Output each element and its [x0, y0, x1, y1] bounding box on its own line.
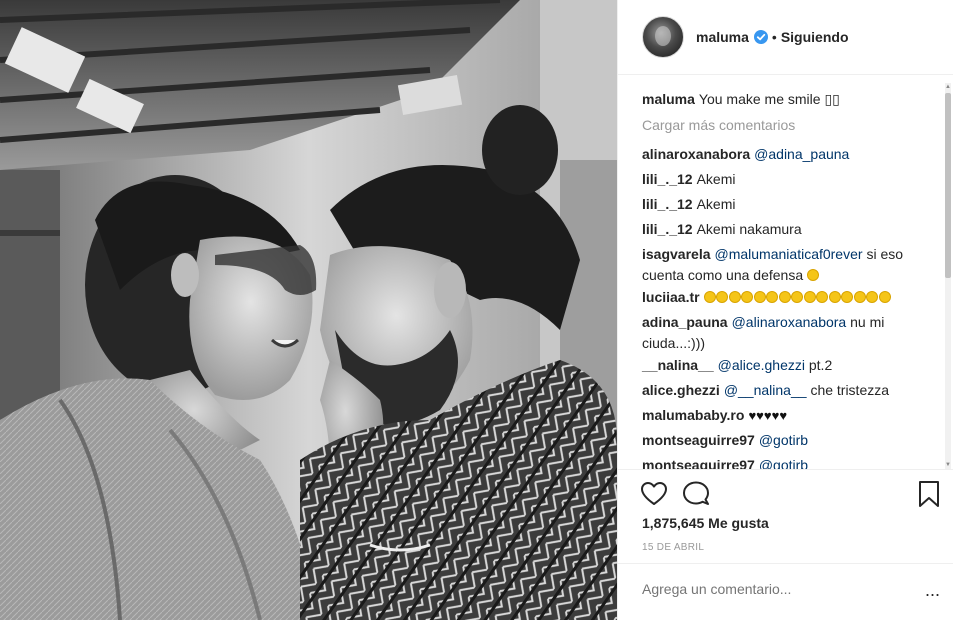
comment-item: lili_._12 Akemi	[642, 194, 932, 215]
comments-list[interactable]: maluma You make me smile ▯▯ Cargar más co…	[618, 83, 953, 469]
grinning-face-icon	[766, 291, 779, 303]
grinning-face-icon	[741, 291, 754, 303]
comment-text: ♥♥♥♥♥	[748, 408, 788, 423]
grinning-face-icon	[791, 291, 804, 303]
comment-item: lili_._12 Akemi	[642, 169, 932, 190]
comment-mention[interactable]: @malumaniaticaf0rever	[715, 246, 863, 262]
grinning-face-icon	[841, 291, 854, 303]
likes-count[interactable]: 1,875,645 Me gusta	[642, 515, 769, 531]
scroll-up-arrow-icon[interactable]: ▲	[945, 83, 951, 91]
comment-text: Akemi nakamura	[696, 221, 802, 237]
comment-username[interactable]: montseaguirre97	[642, 457, 755, 469]
grinning-face-icon	[703, 291, 716, 303]
comment-mention[interactable]: @alinaroxanabora	[732, 314, 847, 330]
grinning-face-icon	[803, 291, 816, 303]
header-separator: •	[771, 29, 777, 45]
load-more-comments-button[interactable]: Cargar más comentarios	[642, 117, 795, 133]
comment-item: alinaroxanabora @adina_pauna	[642, 144, 932, 165]
grinning-face-icon	[866, 291, 879, 303]
emoji-row	[703, 289, 892, 305]
comment-username[interactable]: adina_pauna	[642, 314, 728, 330]
post-header: maluma • Siguiendo	[618, 0, 953, 75]
grinning-face-icon	[878, 291, 891, 303]
comment-text: che tristezza	[810, 382, 890, 398]
comment-text: pt.2	[808, 357, 833, 373]
comment-username[interactable]: isagvarela	[642, 246, 711, 262]
grinning-face-icon	[753, 291, 766, 303]
post-actions: 1,875,645 Me gusta 15 DE ABRIL	[618, 469, 953, 569]
comment-item: malumababy.ro ♥♥♥♥♥	[642, 405, 932, 426]
comment-item: lili_._12 Akemi nakamura	[642, 219, 932, 240]
comment-text-continued: cuenta como una defensa	[642, 267, 804, 283]
comment-item: alice.ghezzi @__nalina__ che tristezza	[642, 380, 932, 401]
instagram-post-modal: maluma • Siguiendo maluma You make me smi…	[0, 0, 953, 620]
grinning-face-icon	[728, 291, 741, 303]
caption-username[interactable]: maluma	[642, 91, 695, 107]
post-photo[interactable]	[0, 0, 617, 620]
scroll-down-arrow-icon[interactable]: ▼	[945, 461, 951, 469]
comment-item: montseaguirre97 @gotirb	[642, 430, 932, 451]
comment-mention[interactable]: @gotirb	[759, 432, 808, 448]
comment-item: adina_pauna @alinaroxanabora nu mi ciuda.…	[642, 312, 932, 354]
comment-item: isagvarela @malumaniaticaf0rever si eso c…	[642, 244, 932, 286]
post-sidebar: maluma • Siguiendo maluma You make me smi…	[617, 0, 953, 620]
speech-bubble-icon[interactable]	[682, 480, 710, 508]
avatar[interactable]	[642, 16, 684, 58]
comment-mention[interactable]: @__nalina__	[724, 382, 807, 398]
comment-username[interactable]: __nalina__	[642, 357, 714, 373]
post-date[interactable]: 15 DE ABRIL	[642, 542, 704, 553]
comment-text: nu mi	[850, 314, 885, 330]
comment-username[interactable]: montseaguirre97	[642, 432, 755, 448]
bookmark-icon[interactable]	[915, 480, 943, 508]
comment-text-continued: ciuda...:)))	[642, 335, 706, 351]
grinning-face-icon	[778, 291, 791, 303]
post-photo-artwork	[0, 0, 617, 620]
more-options-icon[interactable]: ...	[925, 581, 940, 599]
add-comment-bar: ...	[618, 563, 953, 620]
comment-username[interactable]: malumababy.ro	[642, 407, 744, 423]
comment-item: luciiaa.tr	[642, 287, 932, 308]
comment-text: Akemi	[696, 196, 736, 212]
following-button[interactable]: Siguiendo	[781, 29, 849, 45]
scroll-thumb[interactable]	[945, 93, 951, 278]
comment-mention[interactable]: @gotirb	[759, 457, 808, 469]
grinning-face-icon	[816, 291, 829, 303]
header-username[interactable]: maluma	[696, 29, 749, 45]
comments-scrollbar[interactable]: ▲ ▼	[945, 83, 951, 469]
comment-username[interactable]: lili_._12	[642, 196, 693, 212]
caption: maluma You make me smile ▯▯	[642, 89, 932, 110]
comment-username[interactable]: alice.ghezzi	[642, 382, 720, 398]
comment-username[interactable]: luciiaa.tr	[642, 289, 700, 305]
grinning-face-icon	[807, 269, 820, 281]
comment-mention[interactable]: @alice.ghezzi	[718, 357, 805, 373]
heart-outline-icon[interactable]	[640, 480, 668, 508]
comment-username[interactable]: alinaroxanabora	[642, 146, 750, 162]
comment-item: montseaguirre97 @gotirb	[642, 455, 932, 469]
grinning-face-icon	[716, 291, 729, 303]
grinning-face-icon	[828, 291, 841, 303]
caption-text: You make me smile ▯▯	[698, 91, 840, 107]
comment-mention[interactable]: @adina_pauna	[754, 146, 849, 162]
verified-badge-icon	[753, 30, 768, 44]
comment-text: Akemi	[696, 171, 736, 187]
comment-input[interactable]	[642, 581, 922, 597]
comment-username[interactable]: lili_._12	[642, 221, 693, 237]
comment-item: __nalina__ @alice.ghezzi pt.2	[642, 355, 932, 376]
comment-username[interactable]: lili_._12	[642, 171, 693, 187]
grinning-face-icon	[853, 291, 866, 303]
comment-text: si eso	[866, 246, 904, 262]
